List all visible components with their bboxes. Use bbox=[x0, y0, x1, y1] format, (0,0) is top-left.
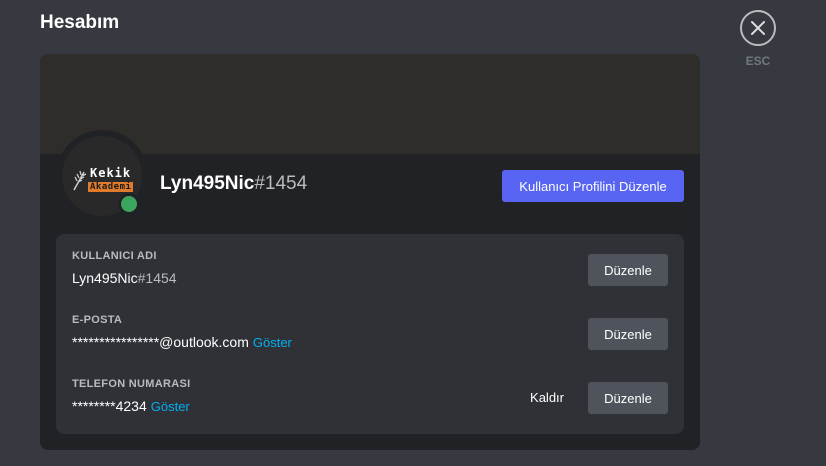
page-title: Hesabım bbox=[40, 12, 120, 33]
field-email-value: ****************@outlook.com Göster bbox=[72, 334, 668, 350]
esc-label: ESC bbox=[745, 54, 771, 68]
edit-username-button[interactable]: Düzenle bbox=[588, 254, 668, 286]
show-email-link[interactable]: Göster bbox=[253, 335, 292, 350]
profile-discriminator: #1454 bbox=[254, 173, 308, 194]
field-username-name: Lyn495Nic bbox=[72, 270, 138, 286]
field-phone-text: ********4234 bbox=[72, 398, 147, 414]
field-username: KULLANICI ADI Lyn495Nic#1454 Düzenle bbox=[72, 250, 668, 300]
field-username-disc: #1454 bbox=[137, 270, 177, 286]
edit-user-profile-button[interactable]: Kullanıcı Profilini Düzenle bbox=[502, 170, 684, 202]
avatar-logo-top: Kekik bbox=[90, 166, 132, 180]
edit-email-button[interactable]: Düzenle bbox=[588, 318, 668, 350]
field-email-label: E-POSTA bbox=[72, 314, 123, 326]
avatar-logo-bottom: Akademi bbox=[88, 182, 134, 192]
account-fields: KULLANICI ADI Lyn495Nic#1454 Düzenle E-P… bbox=[56, 234, 684, 434]
edit-phone-button[interactable]: Düzenle bbox=[588, 382, 668, 414]
field-phone: TELEFON NUMARASI ********4234 Göster Kald… bbox=[72, 378, 668, 428]
close-control: ESC bbox=[740, 10, 776, 68]
profile-username-name: Lyn495Nic bbox=[160, 173, 255, 194]
field-email: E-POSTA ****************@outlook.com Göst… bbox=[72, 314, 668, 364]
wheat-logo-icon bbox=[73, 170, 87, 191]
profile-banner bbox=[40, 54, 700, 154]
field-phone-label: TELEFON NUMARASI bbox=[72, 378, 191, 390]
show-phone-link[interactable]: Göster bbox=[151, 399, 190, 414]
field-phone-value: ********4234 Göster bbox=[72, 398, 668, 414]
field-email-text: ****************@outlook.com bbox=[72, 334, 249, 350]
remove-phone-button[interactable]: Kaldır bbox=[530, 382, 564, 414]
close-icon bbox=[751, 21, 765, 35]
profile-username: Lyn495Nic#1454 bbox=[160, 173, 307, 195]
field-username-label: KULLANICI ADI bbox=[72, 250, 157, 262]
status-online-indicator bbox=[118, 193, 140, 215]
account-card: Kekik Akademi Lyn495Nic#1454 Kullanıcı P… bbox=[40, 54, 700, 450]
field-username-value: Lyn495Nic#1454 bbox=[72, 270, 668, 286]
close-button[interactable] bbox=[740, 10, 776, 46]
